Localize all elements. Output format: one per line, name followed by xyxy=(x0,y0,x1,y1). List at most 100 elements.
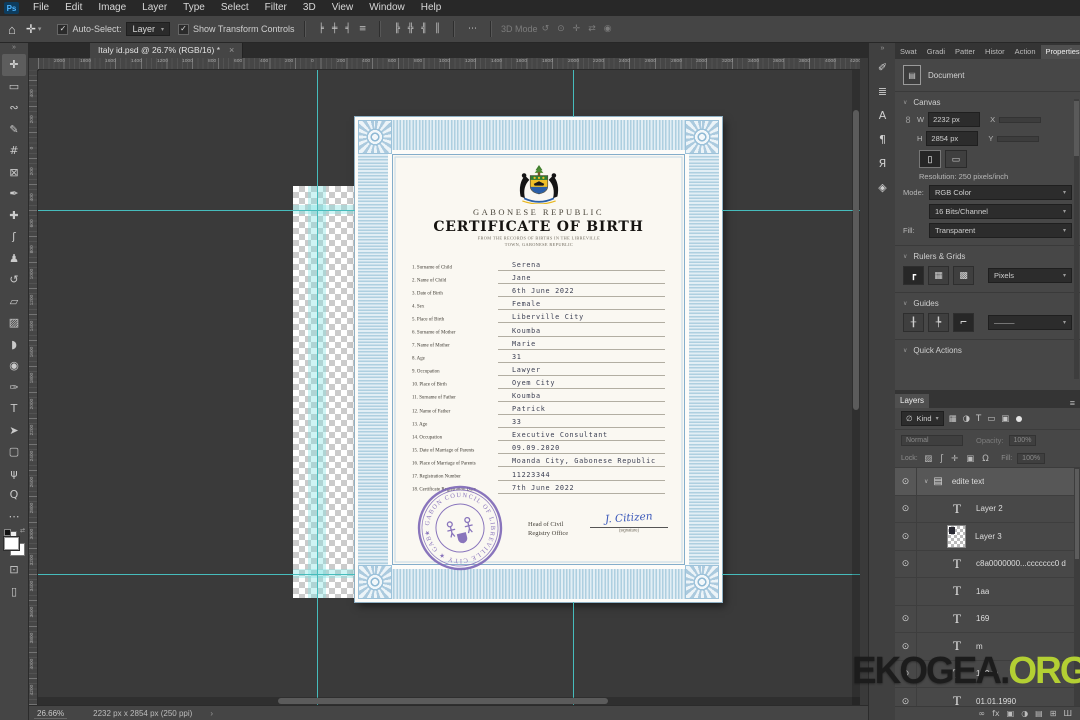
toggle-smart-guides-icon[interactable]: ╄ xyxy=(928,313,949,332)
delete-layer-icon[interactable]: Ш xyxy=(1063,709,1072,718)
layer-row[interactable]: ⊙ Layer 3 xyxy=(895,523,1080,551)
lock-artboard-icon[interactable]: ▣ xyxy=(965,454,976,464)
layer-visibility-toggle[interactable]: ⊙ xyxy=(895,468,917,495)
align-left-edges-icon[interactable]: ╞ xyxy=(315,24,328,34)
menu-item[interactable]: Filter xyxy=(257,0,295,16)
text-layer-thumbnail[interactable]: T xyxy=(947,501,967,517)
lock-position-icon[interactable]: ✛ xyxy=(950,454,960,464)
gradient-tool[interactable]: ▨ xyxy=(2,312,26,334)
history-brush-tool[interactable]: ↺ xyxy=(2,269,26,291)
path-selection-tool[interactable]: ➤ xyxy=(2,420,26,442)
lasso-tool[interactable]: ∾ xyxy=(2,97,26,119)
layer-mask-icon[interactable]: ▣ xyxy=(1007,709,1015,718)
menu-item[interactable]: Help xyxy=(413,0,450,16)
toolbar-collapse-icon[interactable]: » xyxy=(12,42,16,54)
dodge-tool[interactable]: ◉ xyxy=(2,355,26,377)
toggle-pixel-grid-icon[interactable]: ▩ xyxy=(953,266,974,285)
lock-transparent-pixels-icon[interactable]: ▨ xyxy=(923,454,934,464)
toggle-grid-icon[interactable]: ▦ xyxy=(928,266,949,285)
canvas-area[interactable]: GABONESE REPUBLIC CERTIFICATE OF BIRTH F… xyxy=(38,70,860,705)
fill-field[interactable]: 100% xyxy=(1017,453,1046,464)
pen-tool[interactable]: ✑ xyxy=(2,377,26,399)
auto-select-checkbox[interactable]: ✓ xyxy=(57,23,69,35)
blur-tool[interactable]: ◗ xyxy=(2,334,26,356)
height-field[interactable]: 2854 px xyxy=(926,131,979,146)
align-right-edges-icon[interactable]: ╡ xyxy=(341,24,354,34)
layer-name[interactable]: Layer 3 xyxy=(975,532,1002,541)
layer-name[interactable]: 1aa xyxy=(976,587,989,596)
swap-colors-icon[interactable]: ⇄ xyxy=(20,527,25,534)
ruler-units-dropdown[interactable]: Pixels ▾ xyxy=(988,268,1072,283)
move-tool-icon[interactable]: ✛ xyxy=(26,22,36,36)
group-chevron-icon[interactable]: ∨ xyxy=(924,478,928,485)
frame-tool[interactable]: ⊠ xyxy=(2,162,26,184)
layer-row[interactable]: ⊙ T c8a0000000...ccccccc0 d xyxy=(895,550,1080,578)
expand-panels-icon[interactable]: » xyxy=(881,42,885,55)
rectangle-tool[interactable]: ▢ xyxy=(2,441,26,463)
panel-tab[interactable]: Properties xyxy=(1040,45,1080,59)
glyphs-panel-icon[interactable]: Я xyxy=(872,151,894,175)
menu-item[interactable]: File xyxy=(25,0,57,16)
link-dimensions-icon[interactable]: 8 xyxy=(903,115,913,125)
rectangular-marquee-tool[interactable]: ▭ xyxy=(2,76,26,98)
hand-tool[interactable]: ψ xyxy=(2,463,26,485)
blend-mode-dropdown[interactable]: Normal xyxy=(901,434,963,446)
filter-shape-layers-icon[interactable]: ▭ xyxy=(986,414,996,424)
distribute-horizontal-centers-icon[interactable]: ╬ xyxy=(404,24,417,34)
libraries-panel-icon[interactable]: ◈ xyxy=(872,175,894,199)
landscape-orientation-button[interactable]: ▭ xyxy=(945,150,967,168)
toggle-rulers-icon[interactable]: ┏ xyxy=(903,266,924,285)
panel-tab[interactable]: Action xyxy=(1010,45,1041,59)
menu-item[interactable]: Edit xyxy=(57,0,90,16)
lock-image-pixels-icon[interactable]: ʃ xyxy=(939,454,945,464)
close-tab-icon[interactable]: × xyxy=(229,45,234,55)
layer-group-icon[interactable]: ▤ xyxy=(1035,709,1043,718)
layer-name[interactable]: c8a0000000...ccccccc0 d xyxy=(976,559,1066,568)
panel-tab[interactable]: Histor xyxy=(980,45,1010,59)
menu-item[interactable]: Window xyxy=(361,0,413,16)
color-mode-dropdown[interactable]: RGB Color ▾ xyxy=(929,185,1072,200)
menu-item[interactable]: Select xyxy=(213,0,257,16)
distribute-left-edges-icon[interactable]: ╠ xyxy=(390,24,403,34)
color-swatches[interactable]: ⇄ xyxy=(2,527,26,559)
document-tab[interactable]: Italy id.psd @ 26.7% (RGB/16) * × xyxy=(90,42,244,58)
foreground-color-swatch[interactable] xyxy=(4,537,19,550)
bit-depth-dropdown[interactable]: 16 Bits/Channel ▾ xyxy=(929,204,1072,219)
more-options-icon[interactable]: ⋯ xyxy=(464,24,481,34)
menu-item[interactable]: Image xyxy=(90,0,134,16)
show-transform-checkbox[interactable]: ✓ xyxy=(178,23,189,35)
quick-mask-icon[interactable]: ⊡ xyxy=(2,559,26,581)
menu-item[interactable]: Layer xyxy=(134,0,175,16)
layers-tab[interactable]: Layers xyxy=(895,394,930,408)
properties-scrollbar[interactable] xyxy=(1074,99,1079,379)
layers-menu-icon[interactable]: ≡ xyxy=(1065,398,1080,408)
horizontal-guide[interactable] xyxy=(38,210,355,211)
layer-visibility-toggle[interactable]: ⊙ xyxy=(895,550,917,577)
vertical-guide[interactable] xyxy=(573,602,574,705)
width-field[interactable]: 2232 px xyxy=(928,112,981,127)
chevron-down-icon[interactable]: ∨ xyxy=(903,347,907,354)
portrait-orientation-button[interactable]: ▯ xyxy=(919,150,941,168)
canvas-fill-dropdown[interactable]: Transparent ▾ xyxy=(929,223,1072,238)
menu-item[interactable]: View xyxy=(324,0,362,16)
horizontal-guide[interactable] xyxy=(38,574,355,575)
text-layer-thumbnail[interactable]: T xyxy=(947,611,967,627)
object-selection-tool[interactable]: ✎ xyxy=(2,119,26,141)
vertical-ruler[interactable]: 400 200 0 200 400 600 800 1000 1200 1400… xyxy=(28,70,38,705)
layer-row[interactable]: T 1aa xyxy=(895,578,1080,606)
horizontal-scrollbar[interactable] xyxy=(38,697,860,705)
layer-effects-icon[interactable]: fx xyxy=(992,709,1000,718)
layer-visibility-toggle[interactable]: ⊙ xyxy=(895,605,917,632)
layer-row[interactable]: ⊙ T Layer 2 xyxy=(895,495,1080,523)
panel-tab[interactable]: Patter xyxy=(950,45,980,59)
chevron-down-icon[interactable]: ∨ xyxy=(903,99,907,106)
distribute-right-edges-icon[interactable]: ╣ xyxy=(417,24,430,34)
brush-settings-panel-icon[interactable]: ✐ xyxy=(872,55,894,79)
panel-tab[interactable]: Gradi xyxy=(922,45,950,59)
birth-certificate-document[interactable]: GABONESE REPUBLIC CERTIFICATE OF BIRTH F… xyxy=(355,117,722,602)
layer-visibility-toggle[interactable]: ⊙ xyxy=(895,495,917,522)
align-top-edges-icon[interactable]: ≡ xyxy=(355,24,371,34)
horizontal-guide[interactable] xyxy=(722,210,860,211)
zoom-level-field[interactable]: 26.66% xyxy=(34,709,68,719)
edit-toolbar-icon[interactable]: ⋯ xyxy=(2,506,26,528)
